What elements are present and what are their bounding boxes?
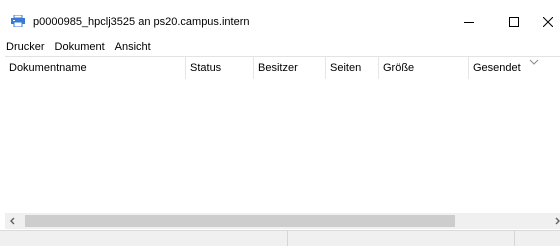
print-queue-window: p0000985_hpclj3525 an ps20.campus.intern…: [0, 0, 560, 246]
column-header-dokumentname[interactable]: Dokumentname: [5, 57, 186, 79]
horizontal-scrollbar[interactable]: [5, 213, 560, 229]
scrollbar-thumb[interactable]: [25, 215, 455, 227]
status-pane-left: [0, 231, 288, 246]
window-title: p0000985_hpclj3525 an ps20.campus.intern: [33, 16, 250, 28]
status-pane-middle: [288, 231, 515, 246]
column-header-gesendet[interactable]: Gesendet: [469, 57, 560, 79]
close-button[interactable]: [530, 10, 560, 34]
menu-dokument[interactable]: Dokument: [50, 38, 110, 56]
minimize-button[interactable]: [451, 10, 487, 34]
close-icon: [543, 17, 553, 27]
column-header-besitzer[interactable]: Besitzer: [254, 57, 326, 79]
chevron-left-icon[interactable]: [8, 216, 18, 226]
column-header-row: Dokumentname Status Besitzer Seiten Größ…: [5, 57, 560, 81]
menu-drucker[interactable]: Drucker: [0, 38, 50, 56]
menu-ansicht[interactable]: Ansicht: [110, 38, 156, 56]
document-list[interactable]: Dokumentname Status Besitzer Seiten Größ…: [5, 56, 560, 229]
menu-bar: Drucker Dokument Ansicht: [0, 38, 156, 56]
title-bar: p0000985_hpclj3525 an ps20.campus.intern: [0, 0, 560, 34]
printer-icon: [10, 14, 26, 28]
chevron-down-icon: [529, 57, 539, 65]
status-bar: [0, 230, 560, 246]
maximize-button[interactable]: [496, 10, 532, 34]
minimize-icon: [464, 22, 474, 23]
column-header-seiten[interactable]: Seiten: [326, 57, 379, 79]
maximize-icon: [509, 17, 519, 27]
column-header-status[interactable]: Status: [186, 57, 254, 79]
column-header-groesse[interactable]: Größe: [379, 57, 469, 79]
chevron-right-icon[interactable]: [552, 216, 560, 226]
